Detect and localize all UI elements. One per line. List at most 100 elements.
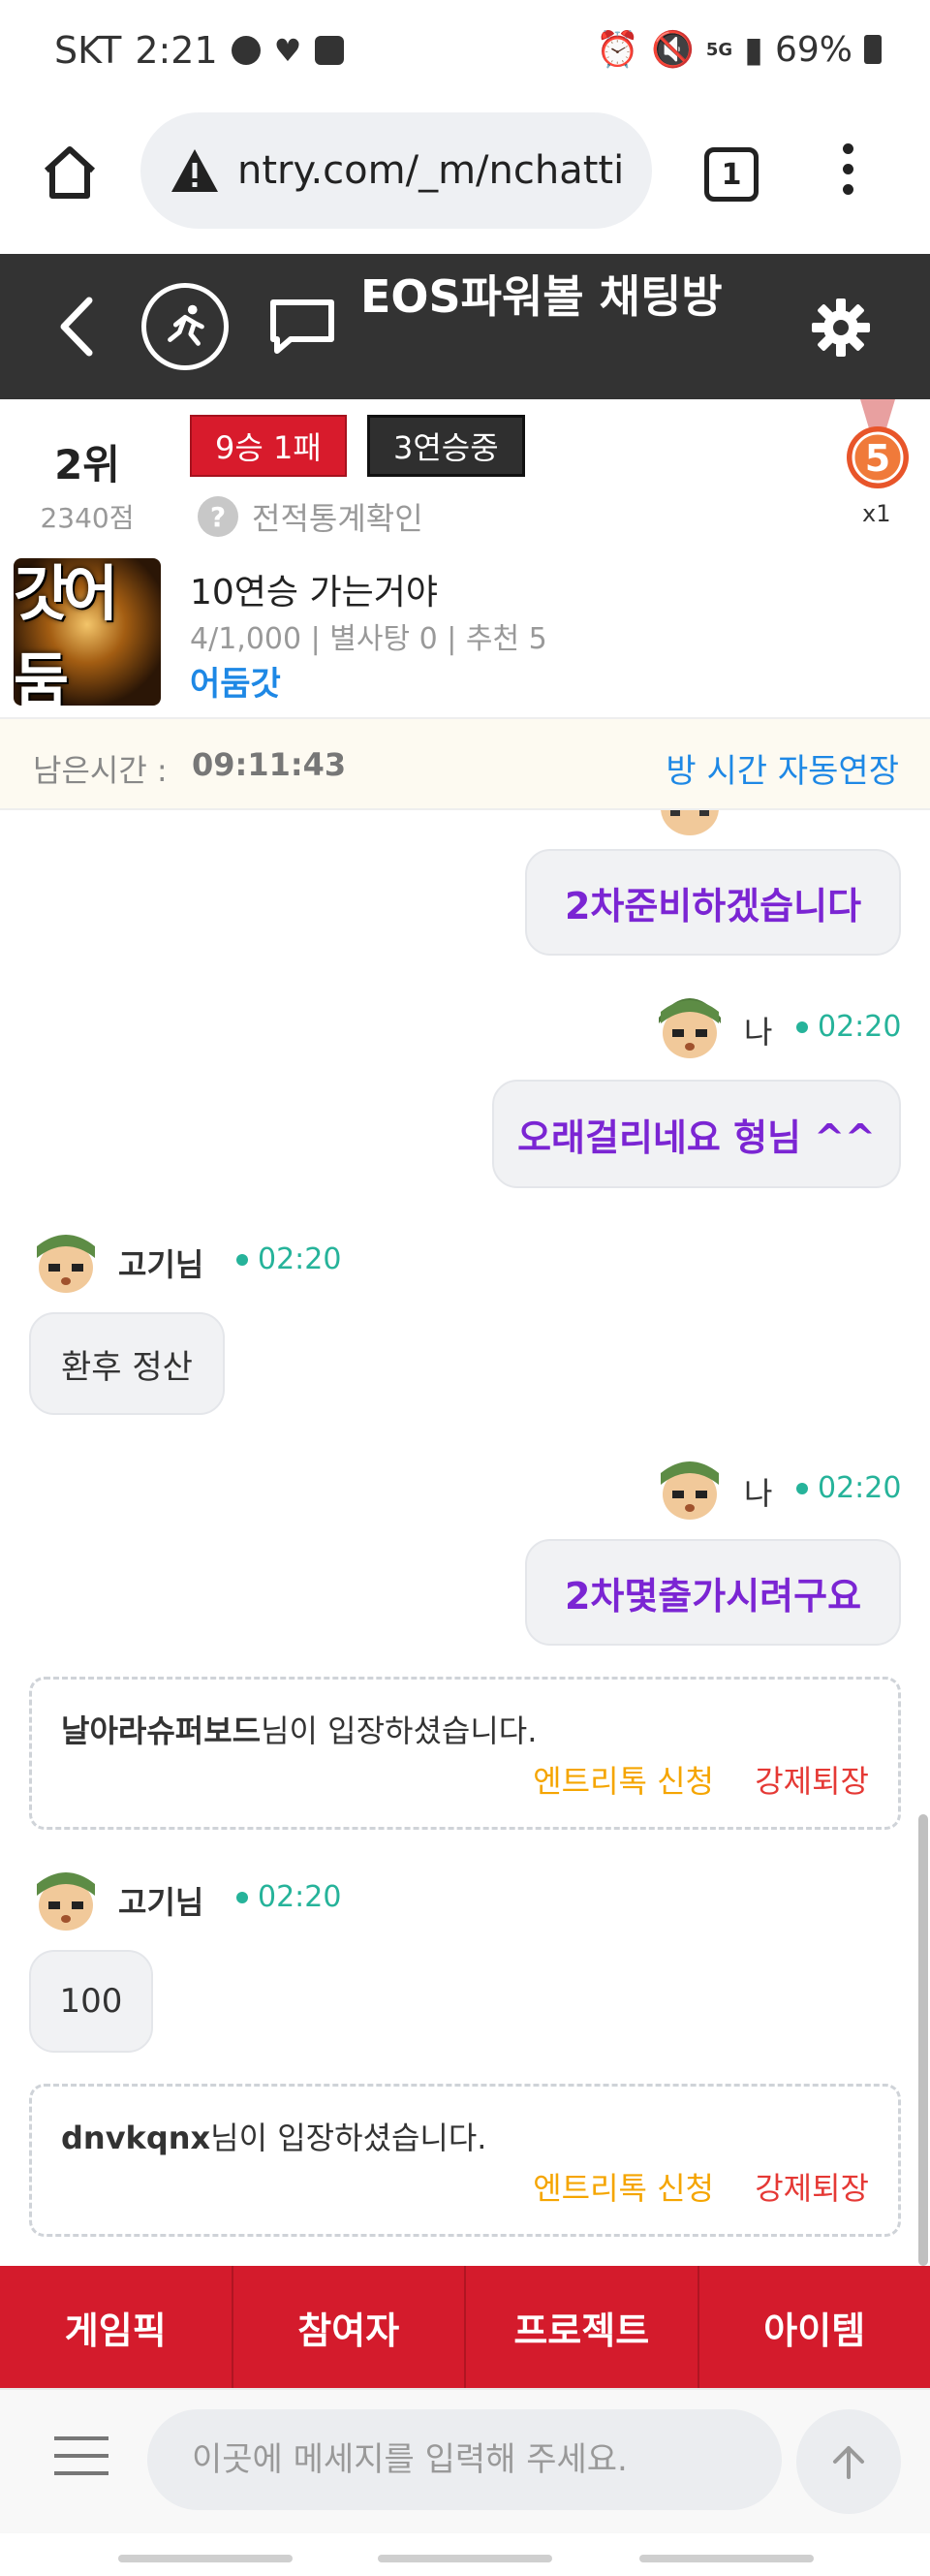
browser-toolbar: ntry.com/_m/nchatti 1 [0, 107, 930, 254]
tab-game-pick[interactable]: 게임픽 [0, 2266, 233, 2388]
time-value: 09:11:43 [192, 746, 347, 783]
message-time-text: 02:20 [258, 1242, 342, 1276]
home-icon[interactable] [39, 141, 101, 204]
room-avatar: 갓어둠 [14, 558, 161, 706]
stats-link[interactable]: ? 전적통계확인 [198, 494, 423, 539]
remaining-time-bar: 남은시간 : 09:11:43 방 시간 자동연장 [0, 717, 930, 810]
page-title: EOS파워볼 채팅방 [360, 270, 723, 323]
my-avatar [659, 998, 721, 1058]
message-bubble: 100 [29, 1950, 153, 2053]
nav-handle[interactable] [378, 2555, 552, 2562]
tab-switcher-button[interactable]: 1 [704, 147, 759, 202]
message-input[interactable] [147, 2409, 782, 2510]
my-avatar [661, 1461, 719, 1520]
rank-block: 2위 2340점 [29, 432, 145, 536]
runner-icon[interactable] [141, 283, 229, 370]
chat-header: EOS파워볼 채팅방 [0, 254, 930, 399]
soldier-avatar [661, 810, 719, 835]
online-dot [796, 1482, 808, 1494]
room-owner-link[interactable]: 어둠갓 [190, 657, 281, 705]
room-info-panel: 2위 2340점 9승 1패 3연승중 ? 전적통계확인 5 x1 갓어둠 10… [0, 399, 930, 717]
scrollbar[interactable] [918, 1814, 928, 2266]
system-text: dnvkqnx님이 입장하셨습니다. [61, 2114, 486, 2158]
nav-handle[interactable] [639, 2555, 814, 2562]
my-message-bubble: 오래걸리네요 형님 ^^ [492, 1080, 901, 1188]
kick-user-link[interactable]: 강제퇴장 [755, 2164, 869, 2209]
sender-name: 나 [744, 1014, 773, 1051]
sender-name: 나 [744, 1475, 773, 1512]
kick-user-link[interactable]: 강제퇴장 [755, 1757, 869, 1802]
facebook-icon [231, 36, 261, 65]
app-notification-icon [315, 36, 345, 65]
online-dot [236, 1253, 248, 1266]
system-text: 날아라슈퍼보드님이 입장하셨습니다. [61, 1707, 537, 1751]
system-text-body: 님이 입장하셨습니다. [261, 1712, 538, 1749]
rank-label: 2위 [54, 441, 120, 488]
my-message-bubble: 2차준비하겠습니다 [525, 849, 901, 956]
sender-name[interactable]: 고기님 [118, 1241, 203, 1285]
medal-level: 5 [865, 437, 890, 480]
hamburger-menu-icon[interactable] [54, 2436, 108, 2479]
gear-icon[interactable] [810, 297, 872, 359]
url-bar[interactable]: ntry.com/_m/nchatti [140, 112, 652, 229]
status-bar: SKT 2:21 ♥ ⏰ 🔇 5G ▮ 69% [0, 0, 930, 107]
heart-icon: ♥ [273, 32, 302, 69]
more-options-icon[interactable] [835, 143, 860, 205]
room-meta: 4/1,000 | 별사탕 0 | 추천 5 [190, 622, 547, 656]
alarm-icon: ⏰ [596, 30, 640, 70]
warning-icon [171, 149, 218, 192]
auto-extend-link[interactable]: 방 시간 자동연장 [666, 744, 899, 792]
battery-icon [864, 35, 882, 64]
message-input-bar [0, 2388, 930, 2533]
network-label: 5G [705, 39, 733, 60]
tab-items[interactable]: 아이템 [699, 2266, 930, 2388]
message-time-text: 02:20 [818, 1471, 902, 1505]
battery-label: 69% [774, 29, 852, 70]
tab-projects[interactable]: 프로젝트 [466, 2266, 699, 2388]
arrow-up-icon [833, 2446, 864, 2479]
back-arrow-icon[interactable] [52, 293, 101, 361]
user-avatar [37, 1235, 95, 1293]
streak-badge: 3연승중 [367, 415, 525, 477]
tab-participants[interactable]: 참여자 [233, 2266, 466, 2388]
carrier-label: SKT [54, 29, 122, 72]
message-time: 02:20 [236, 1242, 341, 1276]
message-time-text: 02:20 [818, 1010, 902, 1044]
online-dot [796, 1021, 808, 1033]
clock: 2:21 [135, 29, 218, 72]
mute-icon: 🔇 [651, 30, 695, 70]
stats-link-label: 전적통계확인 [252, 500, 423, 537]
avatar-text: 갓어둠 [14, 558, 118, 706]
room-name: 10연승 가는거야 [190, 573, 438, 613]
message-bubble: 환후 정산 [29, 1312, 225, 1415]
time-label: 남은시간 : [33, 752, 168, 789]
status-right: ⏰ 🔇 5G ▮ 69% [596, 29, 882, 70]
my-message-bubble: 2차몇출가시려구요 [525, 1539, 901, 1646]
system-text-body: 님이 입장하셨습니다. [210, 2120, 487, 2156]
url-text: ntry.com/_m/nchatti [237, 148, 625, 193]
system-user: 날아라슈퍼보드 [61, 1712, 262, 1749]
win-loss-badge: 9승 1패 [190, 415, 347, 477]
medal-count: x1 [862, 500, 891, 527]
chat-bubble-icon[interactable] [267, 297, 337, 357]
entry-talk-request-link[interactable]: 엔트리톡 신청 [533, 1757, 714, 1802]
message-time: 02:20 [796, 1471, 901, 1505]
system-nav-bar [0, 2533, 930, 2576]
user-avatar [37, 1872, 95, 1931]
rank-points: 2340점 [40, 502, 135, 534]
nav-handle[interactable] [118, 2555, 293, 2562]
system-user: dnvkqnx [61, 2120, 211, 2156]
send-button[interactable] [796, 2409, 901, 2514]
chat-messages[interactable]: 2차준비하겠습니다 나 02:20 오래걸리네요 형님 ^^ 고기님 02:20… [0, 810, 930, 2266]
message-time-text: 02:20 [258, 1880, 342, 1914]
entry-talk-request-link[interactable]: 엔트리톡 신청 [533, 2164, 714, 2209]
bottom-tab-menu: 게임픽 참여자 프로젝트 아이템 [0, 2266, 930, 2388]
signal-icon: ▮ [744, 29, 763, 70]
status-left: SKT 2:21 ♥ [54, 29, 345, 72]
message-time: 02:20 [236, 1880, 341, 1914]
message-time: 02:20 [796, 1010, 901, 1044]
system-message: dnvkqnx님이 입장하셨습니다. 엔트리톡 신청 강제퇴장 [29, 2084, 901, 2237]
sender-name[interactable]: 고기님 [118, 1878, 203, 1923]
system-message: 날아라슈퍼보드님이 입장하셨습니다. 엔트리톡 신청 강제퇴장 [29, 1677, 901, 1830]
online-dot [236, 1891, 248, 1903]
